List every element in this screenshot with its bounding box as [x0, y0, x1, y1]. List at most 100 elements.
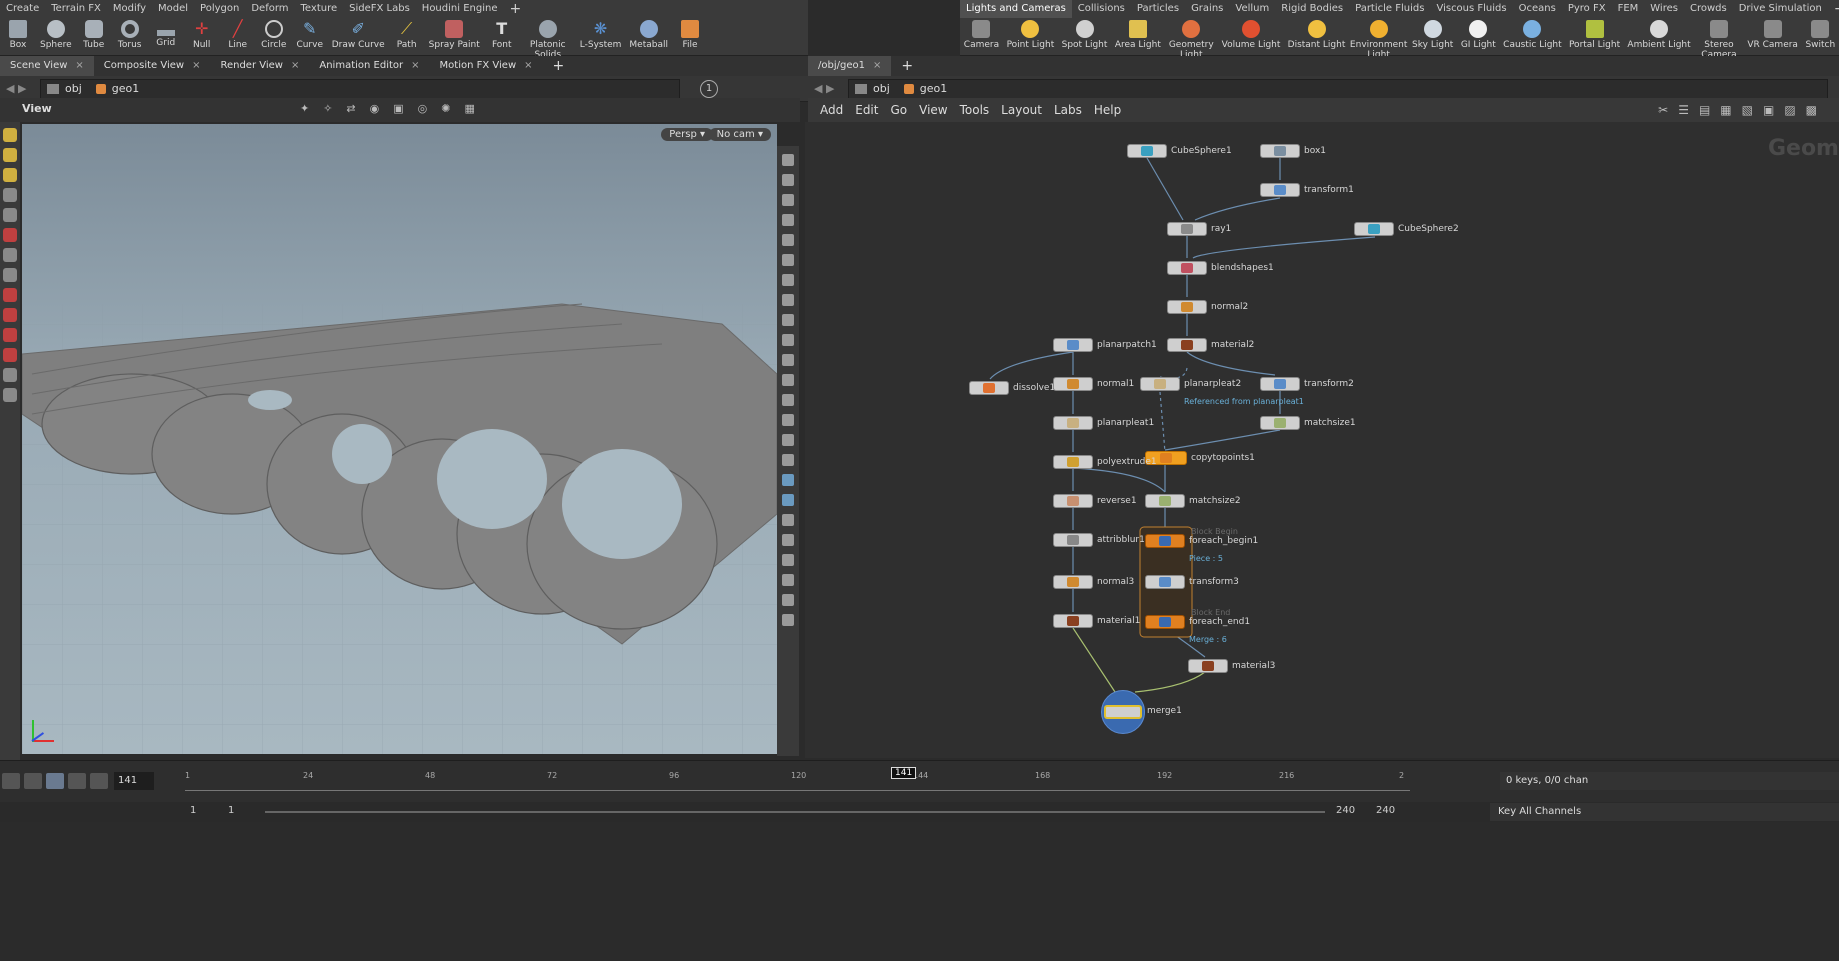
- add-shelf-icon[interactable]: +: [1828, 0, 1839, 18]
- shade-icon[interactable]: [782, 434, 794, 446]
- shelf-tab[interactable]: Crowds: [1684, 0, 1733, 18]
- node-attribblur1[interactable]: [1053, 533, 1093, 547]
- stereo-camera-tool[interactable]: Stereo Camera: [1694, 18, 1743, 60]
- node-merge1[interactable]: [1101, 690, 1145, 734]
- gi-light-tool[interactable]: GI Light: [1457, 18, 1500, 50]
- visibility-icon[interactable]: [782, 514, 794, 526]
- handle-icon[interactable]: [3, 268, 17, 282]
- node-normal3[interactable]: [1053, 575, 1093, 589]
- menu-go[interactable]: Go: [890, 103, 907, 117]
- circle-tool[interactable]: Circle: [256, 18, 292, 50]
- sky-light-tool[interactable]: Sky Light: [1408, 18, 1457, 50]
- menu-edit[interactable]: Edit: [855, 103, 878, 117]
- range-slider[interactable]: [265, 811, 1325, 813]
- close-icon[interactable]: ×: [192, 60, 200, 71]
- node-normal1[interactable]: [1053, 377, 1093, 391]
- tube-tool[interactable]: Tube: [76, 18, 112, 50]
- path-tool[interactable]: ⟋ Path: [389, 18, 425, 51]
- pointer-icon[interactable]: [3, 188, 17, 202]
- shelf-tab[interactable]: Vellum: [1229, 0, 1275, 18]
- environment-light-tool[interactable]: Environment Light: [1349, 18, 1408, 60]
- shelf-tab[interactable]: Terrain FX: [45, 0, 107, 18]
- node-blendshapes1[interactable]: [1167, 261, 1207, 275]
- add-tab-icon[interactable]: +: [891, 56, 923, 76]
- sphere-tool[interactable]: Sphere: [36, 18, 76, 50]
- back-forward-icon[interactable]: ◀ ▶: [0, 82, 40, 95]
- network-tools-icon[interactable]: ✂☰▤▦▧▣▨▩: [1658, 103, 1827, 117]
- close-icon[interactable]: ×: [524, 60, 532, 71]
- snap-icon[interactable]: [3, 308, 17, 322]
- tab-render-view[interactable]: Render View ×: [210, 56, 309, 76]
- node-transform2[interactable]: [1260, 377, 1300, 391]
- shelf-tab[interactable]: Model: [152, 0, 194, 18]
- close-icon[interactable]: ×: [873, 60, 881, 71]
- path-field[interactable]: obj geo1: [40, 78, 680, 99]
- torus-tool[interactable]: Torus: [112, 18, 148, 50]
- node-reverse1[interactable]: [1053, 494, 1093, 508]
- handle-icon[interactable]: [3, 248, 17, 262]
- snap-icon[interactable]: [3, 348, 17, 362]
- caustic-light-tool[interactable]: Caustic Light: [1500, 18, 1566, 50]
- view-tools-icon[interactable]: ✦✧⇄◉▣◎✺▦: [300, 102, 489, 115]
- menu-labs[interactable]: Labs: [1054, 103, 1082, 117]
- frame-icon[interactable]: [782, 594, 794, 606]
- metaball-tool[interactable]: Metaball: [625, 18, 672, 50]
- persp-dropdown[interactable]: Persp ▾: [661, 128, 713, 141]
- area-light-tool[interactable]: Area Light: [1111, 18, 1164, 50]
- move-icon[interactable]: [3, 148, 17, 162]
- lock-icon[interactable]: [782, 194, 794, 206]
- ambient-light-tool[interactable]: Ambient Light: [1624, 18, 1694, 50]
- volume-light-tool[interactable]: Volume Light: [1218, 18, 1284, 50]
- shelf-tab[interactable]: Lights and Cameras: [960, 0, 1072, 18]
- line-tool[interactable]: ╱ Line: [220, 18, 256, 51]
- shelf-tab[interactable]: Pyro FX: [1562, 0, 1612, 18]
- node-cubesphere2[interactable]: [1354, 222, 1394, 236]
- end-frame-field-2[interactable]: 240: [1376, 805, 1395, 816]
- shade-icon[interactable]: [782, 414, 794, 426]
- shelf-tab[interactable]: Modify: [107, 0, 152, 18]
- switch-tool[interactable]: Switch: [1802, 18, 1839, 50]
- tab-network[interactable]: /obj/geo1 ×: [808, 56, 892, 76]
- node-planarpleat2[interactable]: [1140, 377, 1180, 391]
- shelf-tab[interactable]: Create: [0, 0, 45, 18]
- normal-icon[interactable]: [782, 374, 794, 386]
- visibility-icon[interactable]: [782, 494, 794, 506]
- key-all-channels-button[interactable]: Key All Channels: [1490, 803, 1839, 821]
- light-icon[interactable]: [782, 254, 794, 266]
- lock-icon[interactable]: [3, 208, 17, 222]
- visibility-icon[interactable]: [782, 474, 794, 486]
- grid-tool[interactable]: Grid: [148, 18, 184, 48]
- node-matchsize2[interactable]: [1145, 494, 1185, 508]
- normal-icon[interactable]: [782, 354, 794, 366]
- visibility-icon[interactable]: [782, 534, 794, 546]
- node-ray1[interactable]: [1167, 222, 1207, 236]
- node-matchsize1[interactable]: [1260, 416, 1300, 430]
- play-reverse-button[interactable]: [24, 773, 42, 789]
- curve-tool[interactable]: ✎ Curve: [292, 18, 328, 51]
- platonic-solids-tool[interactable]: Platonic Solids: [520, 18, 576, 60]
- grid-icon[interactable]: [782, 314, 794, 326]
- display-icon[interactable]: [782, 154, 794, 166]
- tab-composite-view[interactable]: Composite View ×: [94, 56, 211, 76]
- close-icon[interactable]: ×: [291, 60, 299, 71]
- tab-scene-view[interactable]: Scene View ×: [0, 56, 94, 76]
- node-foreach-begin1[interactable]: [1145, 534, 1185, 548]
- node-material2[interactable]: [1167, 338, 1207, 352]
- shelf-tab[interactable]: Drive Simulation: [1733, 0, 1828, 18]
- render-icon[interactable]: [3, 388, 17, 402]
- cursor-icon[interactable]: [782, 554, 794, 566]
- shelf-tab[interactable]: Collisions: [1072, 0, 1131, 18]
- draw-curve-tool[interactable]: ✐ Draw Curve: [328, 18, 389, 51]
- node-planarpleat1[interactable]: [1053, 416, 1093, 430]
- info-icon[interactable]: [782, 614, 794, 626]
- light-icon[interactable]: [782, 234, 794, 246]
- shelf-tab[interactable]: Deform: [245, 0, 294, 18]
- font-tool[interactable]: T Font: [484, 18, 520, 51]
- node-material3[interactable]: [1188, 659, 1228, 673]
- shelf-tab[interactable]: SideFX Labs: [343, 0, 416, 18]
- node-material1[interactable]: [1053, 614, 1093, 628]
- camera-dropdown[interactable]: No cam ▾: [708, 128, 771, 141]
- node-cubesphere1[interactable]: [1127, 144, 1167, 158]
- snap-icon[interactable]: [3, 288, 17, 302]
- shelf-tab[interactable]: Polygon: [194, 0, 245, 18]
